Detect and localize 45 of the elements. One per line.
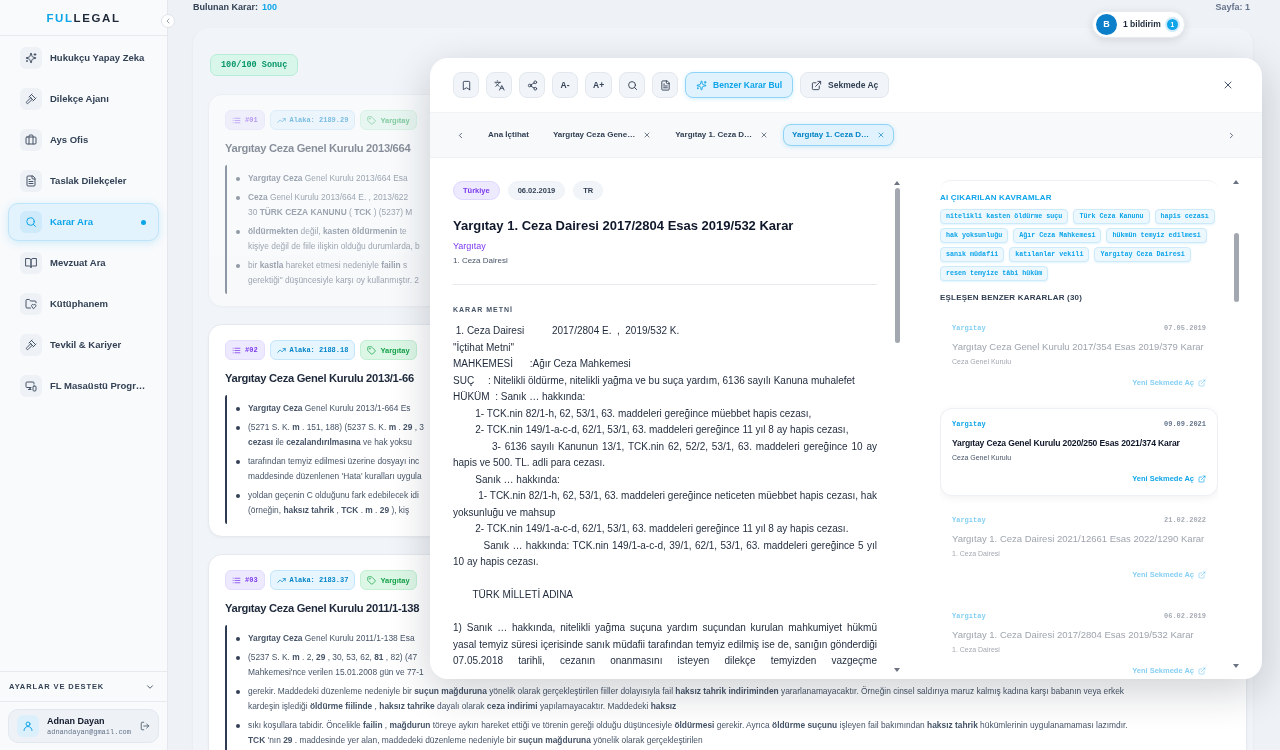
text-line: Sanık … hakkında: TCK.nin 149/1-a-c-d, 39/1, 62/1, 53/1, 63. maddeleri gereğince 5 yıl 10 ay hapis cezası.: [453, 538, 877, 569]
text-line: 2- TCK.nin 149/1-a-c-d, 62/1, 53/1, 63. maddeleri gereğince 11 yıl 8 ay hapis cezası.: [474, 522, 850, 536]
page-indicator: Sayfa: 1: [1215, 1, 1250, 15]
result-count-tag: 100/100 Sonuç: [210, 54, 299, 77]
snippet-text: öldürmekten değil, kasten öldürmenin te kişiye değil de fiile ilişkin olduğu durumlarda, b: [248, 225, 420, 254]
logo: FULLEGAL: [46, 10, 121, 25]
document-title: Yargıtay 1. Ceza Dairesi 2017/2804 Esas 2019/532 Karar: [453, 217, 795, 235]
similar-heading: EŞLEŞEN BENZER KARARLAR (30): [940, 293, 1084, 303]
snippet-text: (5237 S. K. m . 2, 29 , 30, 53, 62, 81 , 82) (47 Mahkemesi'nce verilen 15.01.2008 gün ve 77-1: [248, 651, 424, 680]
snippet-text: gerekir. Maddedeki düzenleme nedeniyle bir suçun mağduruna yönelik olarak gerçekleştirilen fiiller dolayısıyla fail haksız tahrik indiriminden yararlanamayacaktır. Örneğin cinsel saldırıya maruz kalmış kadına karşı babanın veya erkek kardeşin işlediği öldürme fiilinde , haksız tahrike dayalı olarak ceza indirimi yapılamayacaktır. Maddedeki haksız: [248, 685, 1125, 714]
text-line: 1- TCK.nin 82/1-h, 62, 53/1, 63. maddeleri gereğince müebbet hapis cezası,: [474, 406, 813, 421]
snippet-text: Ceza Genel Kurulu 2013/664 E. , 2013/622 30 TÜRK CEZA KANUNU ( TCK ) (5237) M: [248, 191, 413, 220]
text-line: 2- TCK.nin 149/1-a-c-d, 62/1, 53/1, 63. maddeleri gereğince 11 yıl 8 ay hapis cezası,: [474, 423, 850, 437]
user-avatar: B: [1096, 14, 1117, 35]
chamber-name: 1. Ceza Dairesi: [453, 255, 509, 266]
snippet-text: sıkı koşullara tabidir. Öncelikle failin , mağdurun töreye aykırı hareket ettiği ve törenin gereği olduğu düşüncesiyle öldürmesi gerekir. Ayrıca öldürme suçunu işleyen fail bakımından haksız tahrik hükümlerinin uygulanamaması lazımdır. TCK 'nın 29 . maddesinde yer alan, maddedeki düzenleme nedeniyle bir suçun mağduruna yönelik olarak gerçekleştirilen: [248, 719, 1128, 748]
snippet-text: Yargıtay Ceza Genel Kurulu 2011/1-138 Esa: [248, 632, 415, 646]
text-line: 1. Ceza Dairesi 2017/2804 E. , 2019/532 K.: [454, 324, 681, 338]
snippet-text: Yargıtay Ceza Genel Kurulu 2013/664 Esa: [248, 172, 408, 186]
decision-title: Yargıtay Ceza Genel Kurulu 2020/250 Esas 2021/374 Karar: [952, 437, 1180, 450]
text-line: SUÇ : Nitelikli öldürme, nitelikli yağma ve bu suça yardım, 6136 sayılı Kanuna muhalefet: [453, 373, 856, 388]
found-label: Bulunan Karar:: [193, 1, 258, 15]
text-line: HÜKÜM : Sanık … hakkında:: [453, 390, 587, 404]
text-paragraph: 1) Sanık … hakkında, nitelikli yağma suçuna yardım suçundan kurulan mahkumiyet hükmü yasal temyiz süresi içerisinde sanık müdafii tarafından temyiz edilmiş ise de, sanığın gönderdiği 07.05.2018 tarihli, cezanın onanmasını isteyen dilekçe temyizden vazgeçme: [453, 621, 877, 668]
concepts-heading: AI ÇIKARILAN KAVRAMLAR: [940, 193, 1053, 203]
result-title: Yargıtay Ceza Genel Kurulu 2011/1-138: [225, 601, 420, 617]
decision-title: Yargıtay 1. Ceza Dairesi 2021/12661 Esas 2022/1290 Karar: [952, 532, 1205, 546]
court-name: Yargıtay: [453, 240, 487, 252]
snippet-text: yoldan geçenin C olduğunu fark edebilecek idi (örneğin, haksız tahrik , TCK . m . 29 ), kiş: [248, 489, 419, 518]
snippet-text: Yargıtay Ceza Genel Kurulu 2013/1-664 Es: [248, 402, 411, 416]
found-count: 100: [262, 1, 278, 15]
decision-title: Yargıtay 1. Ceza Dairesi 2017/2804 Esas 2019/532 Karar: [952, 628, 1194, 642]
text-line: MAHKEMESİ :Ağır Ceza Mahkemesi: [453, 356, 632, 371]
snippet-text: tarafından temyiz edilmesi üzerine dosyayı inc maddesinde düzenlenen 'Hata' kuralları uygula: [248, 455, 422, 484]
text-line: 3- 6136 sayılı Kanunun 13/1, TCK.nin 62, 52/2, 53/1, 63. maddeleri gereğince 10 ay hapis ve 500. TL. adli para cezası.: [453, 439, 877, 470]
text-line: 1- TCK.nin 82/1-h, 62, 53/1, 63. maddeleri gereğince neticeten müebbet hapis cezası, hak yoksunluğu ve mahsup: [453, 489, 877, 520]
snippet-text: (5271 S. K. m . 151, 188) (5237 S. K. m . 29 , 3 cezası ile cezalandırılmasına ve hak yoksu: [248, 421, 425, 450]
snippet-text: bir kastla hareket etmesi nedeniyle failin s gerektiği" düşüncesiyle karşı oy kullanmıştır. 2: [248, 259, 419, 288]
user-name: Adnan Dayan: [47, 715, 106, 727]
result-title: Yargıtay Ceza Genel Kurulu 2013/664: [225, 141, 411, 157]
decision-title: Yargıtay Ceza Genel Kurulu 2017/354 Esas 2019/379 Karar: [952, 340, 1204, 354]
result-title: Yargıtay Ceza Genel Kurulu 2013/1-66: [225, 371, 414, 387]
text-heading: TÜRK MİLLETİ ADINA: [471, 587, 575, 602]
text-line: "İçtihat Metni": [453, 340, 515, 355]
text-line: Sanık … hakkında:: [474, 472, 561, 487]
